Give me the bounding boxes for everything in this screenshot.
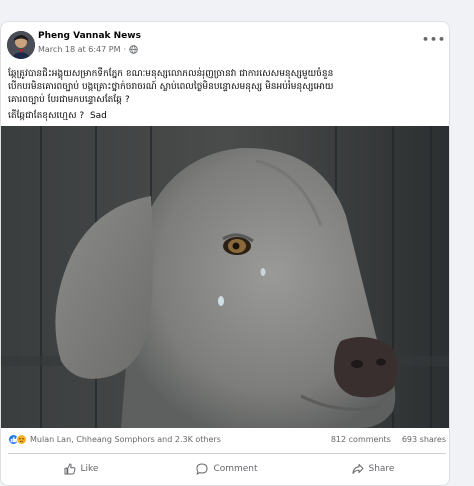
shares-count[interactable]: 693 shares [402,435,446,444]
post-header: Pheng Vannak News March 18 at 6:47 PM · … [7,31,447,61]
post-meta: March 18 at 6:47 PM · [38,45,138,54]
comment-icon [196,463,208,475]
comment-label: Comment [213,464,258,474]
avatar[interactable] [7,31,35,59]
comments-count[interactable]: 812 comments [331,435,391,444]
comment-button[interactable]: Comment [154,457,300,481]
share-icon [352,464,363,474]
engagement-counts: 812 comments 693 shares [331,435,446,444]
post-text-line: ឆ្កែត្រូវបានជិះអង្គុយសម្រាកទឹកភ្នែក ខណៈម… [8,69,334,79]
post-photo[interactable] [1,126,449,428]
post-text-line: បើកបរមិនគោរពច្បាប់ បង្កគ្រោះថ្នាក់ចរាចរណ… [8,82,334,92]
like-icon [64,463,75,475]
meta-separator: · [123,45,127,54]
sad-reaction-icon [16,434,27,445]
more-icon[interactable]: ••• [422,33,445,47]
reactors-text[interactable]: Mulan Lan, Chheang Somphors and 2.3K oth… [30,435,221,444]
globe-icon [129,45,138,54]
post-card: Pheng Vannak News March 18 at 6:47 PM · … [0,21,450,486]
share-label: Share [368,464,395,474]
reactions-summary[interactable]: Mulan Lan, Chheang Somphors and 2.3K oth… [8,434,221,445]
dog-photo-illustration [1,126,449,428]
like-label: Like [80,464,99,474]
post-text: ឆ្កែត្រូវបានជិះអង្គុយសម្រាកទឹកភ្នែក ខណៈម… [8,68,446,123]
reaction-icons [8,434,27,445]
timestamp-link[interactable]: March 18 at 6:47 PM [38,45,120,54]
like-button[interactable]: Like [8,457,154,481]
question-text: តើឆ្កែជាតែខុសហ្មេស ? [8,111,85,121]
avatar-image [7,31,35,59]
share-button[interactable]: Share [300,457,446,481]
post-text-line: គោរពច្បាប់ បែរជាមកបន្ទោសតែឆ្កែ ? [8,95,130,105]
reaction-word: Sad [89,111,107,121]
post-question: តើឆ្កែជាតែខុសហ្មេស ? Sad [8,110,446,123]
actions-divider [8,453,446,454]
post-actions: Like Comment Share [8,457,446,481]
page-name-link[interactable]: Pheng Vannak News [38,31,141,41]
post-stats: Mulan Lan, Chheang Somphors and 2.3K oth… [8,434,446,448]
